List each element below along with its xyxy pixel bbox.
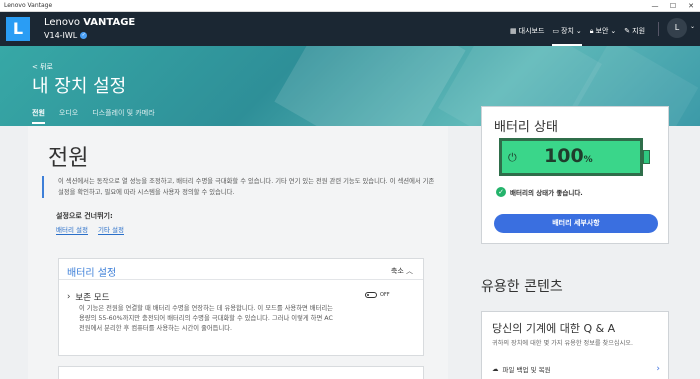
shortcut-title: 설정으로 건너뛰기: (56, 212, 113, 220)
qa-link-backup-restore[interactable]: ☁ 파일 백업 및 복원 › (492, 362, 660, 376)
conservation-mode-toggle[interactable]: OFF (365, 292, 390, 298)
check-circle-icon: ✓ (496, 187, 506, 197)
useful-content-title: 유용한 콘텐츠 (481, 279, 563, 295)
cloud-icon: ☁ (492, 365, 499, 373)
card-divider (59, 279, 423, 280)
tab-power[interactable]: 전원 (32, 108, 45, 124)
shortcut-battery-settings[interactable]: 배터리 설정 (56, 224, 88, 235)
nav-support[interactable]: ✎ 지원 (624, 24, 645, 38)
page-title: 내 장치 설정 (32, 76, 127, 97)
intro-text: 이 섹션에서는 동작으로 열 성능을 조정하고, 배터리 수명을 극대화할 수 … (42, 176, 442, 198)
minimize-button[interactable]: — (646, 0, 664, 12)
chevron-up-icon: ︿ (406, 267, 413, 275)
nav-support-label: 지원 (632, 27, 646, 35)
chevron-down-icon: ⌄ (575, 27, 582, 35)
window-controls: — ☐ ✕ (646, 0, 700, 12)
intro-line: 설정을 확인하고, 필요에 따라 시스템을 사용자 정의할 수 있습니다. (58, 189, 235, 196)
battery-percent-unit: % (583, 155, 593, 165)
conservation-mode-title: 보존 모드 (75, 293, 110, 303)
toggle-switch[interactable] (365, 292, 377, 298)
section-title: 전원 (48, 146, 89, 171)
conservation-mode-description: 이 기능은 전원을 연결할 때 배터리 수명을 연장하는 데 유용합니다. 이 … (79, 305, 333, 332)
plug-icon: ⏻ (508, 151, 517, 164)
chevron-down-icon[interactable]: ⌄ (690, 23, 695, 30)
other-settings-card (58, 366, 424, 379)
collapse-label: 축소 (390, 267, 404, 275)
settings-tabs: 전원 오디오 디스플레이 및 카메라 (32, 108, 155, 124)
verified-icon: ✓ (80, 32, 88, 39)
card-title: 배터리 설정 (67, 268, 117, 279)
battery-settings-card: 배터리 설정 축소 ︿ › 보존 모드 이 기능은 전원을 연결할 때 배터리 … (58, 258, 424, 356)
collapse-button[interactable]: 축소 ︿ (391, 266, 413, 276)
device-name: V14-IWL (44, 31, 78, 40)
toggle-state-label: OFF (380, 292, 390, 298)
qa-title: 당신의 기계에 대한 Q & A (492, 322, 616, 335)
shortcut-links: 배터리 설정 기타 설정 (56, 224, 124, 235)
window-title: Lenovo Vantage (4, 2, 53, 9)
chevron-right-icon: › (656, 364, 660, 374)
nav-divider (658, 22, 659, 36)
brand-name: Lenovo VANTAGE (44, 17, 135, 28)
chevron-down-icon: ⌄ (610, 27, 617, 35)
wrench-icon: ✎ (624, 27, 631, 35)
nav-dashboard[interactable]: ▦ 대시보드 (510, 24, 544, 38)
tab-audio[interactable]: 오디오 (59, 108, 78, 124)
qa-card: 당신의 기계에 대한 Q & A 귀하의 장치에 대한 몇 가지 유용한 정보를… (481, 311, 669, 379)
nav-device[interactable]: ▭ 장치 ⌄ (552, 24, 583, 46)
brand-prefix: Lenovo (44, 17, 81, 28)
qa-link-label: 파일 백업 및 복원 (502, 366, 551, 374)
intro-line: 이 섹션에서는 동작으로 열 성능을 조정하고, 배터리 수명을 극대화할 수 … (58, 178, 435, 185)
window-title-bar: Lenovo Vantage (0, 0, 700, 12)
battery-percentage: 100% (544, 145, 593, 167)
user-avatar[interactable]: L (667, 18, 687, 38)
hero-decoration (274, 46, 466, 126)
shortcut-other-settings[interactable]: 기타 설정 (97, 224, 124, 235)
main-nav: ▦ 대시보드 ▭ 장치 ⌄ 🔒︎ 보안 ⌄ ✎ 지원 (510, 24, 645, 46)
back-link[interactable]: < 뒤로 (32, 62, 53, 72)
app-header: L Lenovo VANTAGE V14-IWL ✓ ▦ 대시보드 ▭ 장치 ⌄… (0, 12, 700, 46)
battery-terminal (643, 150, 650, 164)
nav-security[interactable]: 🔒︎ 보안 ⌄ (590, 24, 617, 38)
close-button[interactable]: ✕ (682, 0, 700, 12)
dashboard-icon: ▦ (510, 27, 517, 35)
nav-security-label: 보안 (595, 27, 609, 35)
lenovo-logo: L (6, 17, 30, 41)
battery-status-title: 배터리 상태 (494, 120, 558, 135)
tab-display-camera[interactable]: 디스플레이 및 카메라 (92, 108, 154, 124)
maximize-button[interactable]: ☐ (664, 0, 682, 12)
battery-details-button[interactable]: 배터리 세부사항 (494, 214, 658, 233)
conservation-mode-row: › 보존 모드 (67, 291, 109, 303)
nav-dashboard-label: 대시보드 (518, 27, 545, 35)
battery-percent-value: 100 (544, 145, 584, 167)
brand-bold: VANTAGE (83, 17, 136, 28)
lock-icon: 🔒︎ (589, 26, 594, 35)
chevron-right-icon[interactable]: › (67, 292, 70, 302)
qa-subtitle: 귀하의 장치에 대한 몇 가지 유용한 정보를 찾으십시오. (492, 340, 633, 347)
nav-device-label: 장치 (561, 27, 574, 35)
battery-status-card: 배터리 상태 ⏻ 100% ✓ 배터리의 상태가 좋습니다. 배터리 세부사항 (481, 106, 669, 244)
battery-health-text: 배터리의 상태가 좋습니다. (510, 189, 583, 197)
battery-health: ✓ 배터리의 상태가 좋습니다. (496, 187, 583, 197)
device-label: V14-IWL ✓ (44, 31, 88, 40)
laptop-icon: ▭ (552, 27, 560, 35)
